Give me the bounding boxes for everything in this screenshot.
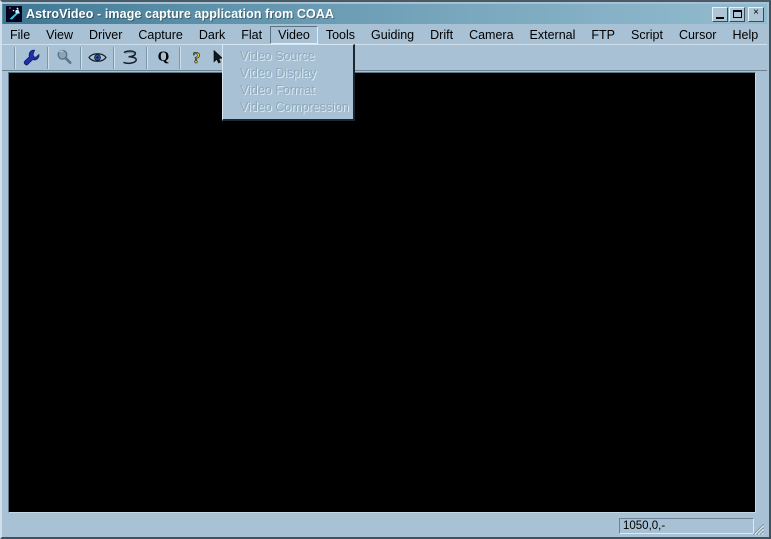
application-window: AstroVideo - image capture application f… [0,0,771,539]
menu-camera[interactable]: Camera [461,26,521,44]
menu-item-video-compression: Video Compression [240,100,349,114]
coordinates-readout: 1050,0,- [619,518,754,534]
wrench-icon [22,48,41,67]
menu-item-video-source: Video Source [240,49,315,63]
toolbar-separator [113,46,115,69]
settings-wrench-button[interactable] [19,46,44,69]
help-question-icon: ? [187,48,206,67]
quality-button[interactable]: Q [151,46,176,69]
menu-flat[interactable]: Flat [233,26,270,44]
video-menu-dropdown: Video Source Video Display Video Format … [222,44,355,121]
toolbar: Q ? ? [2,44,767,71]
menu-item-video-format: Video Format [240,83,315,97]
menu-item-video-display: Video Display [240,66,317,80]
eye-icon [87,48,108,67]
close-button[interactable]: × [748,6,764,22]
window-title: AstroVideo - image capture application f… [26,7,335,21]
menu-tools[interactable]: Tools [318,26,363,44]
toolbar-separator [47,46,49,69]
menu-view[interactable]: View [38,26,81,44]
menu-help[interactable]: Help [724,26,766,44]
comet-icon [6,6,22,22]
toolbar-separator [179,46,181,69]
minimize-button[interactable] [712,6,728,22]
quality-q-icon: Q [157,49,170,65]
toolbar-separator [14,46,16,69]
maximize-button[interactable] [729,6,745,22]
svg-text:?: ? [193,50,201,67]
title-bar[interactable]: AstroVideo - image capture application f… [2,4,767,24]
window-controls: × [712,6,764,22]
menu-file[interactable]: File [2,26,38,44]
status-bar: 1050,0,- [2,515,767,537]
menu-script[interactable]: Script [623,26,671,44]
preview-eye-button[interactable] [85,46,110,69]
menu-video[interactable]: Video [270,26,318,44]
menu-drift[interactable]: Drift [422,26,461,44]
menu-bar[interactable]: File View Driver Capture Dark Flat Video… [2,26,767,44]
video-preview-canvas[interactable] [8,72,756,513]
curve-tool-icon [121,48,140,67]
menu-dark[interactable]: Dark [191,26,233,44]
menu-ftp[interactable]: FTP [583,26,623,44]
help-button[interactable]: ? [184,46,209,69]
menu-external[interactable]: External [522,26,584,44]
menu-guiding[interactable]: Guiding [363,26,422,44]
curve-tool-button[interactable] [118,46,143,69]
magnifier-icon [55,48,74,67]
menu-capture[interactable]: Capture [130,26,190,44]
zoom-magnifier-button[interactable] [52,46,77,69]
toolbar-separator [146,46,148,69]
menu-driver[interactable]: Driver [81,26,130,44]
menu-cursor[interactable]: Cursor [671,26,725,44]
toolbar-separator [80,46,82,69]
close-icon: × [753,6,759,18]
resize-grip[interactable] [751,522,765,536]
